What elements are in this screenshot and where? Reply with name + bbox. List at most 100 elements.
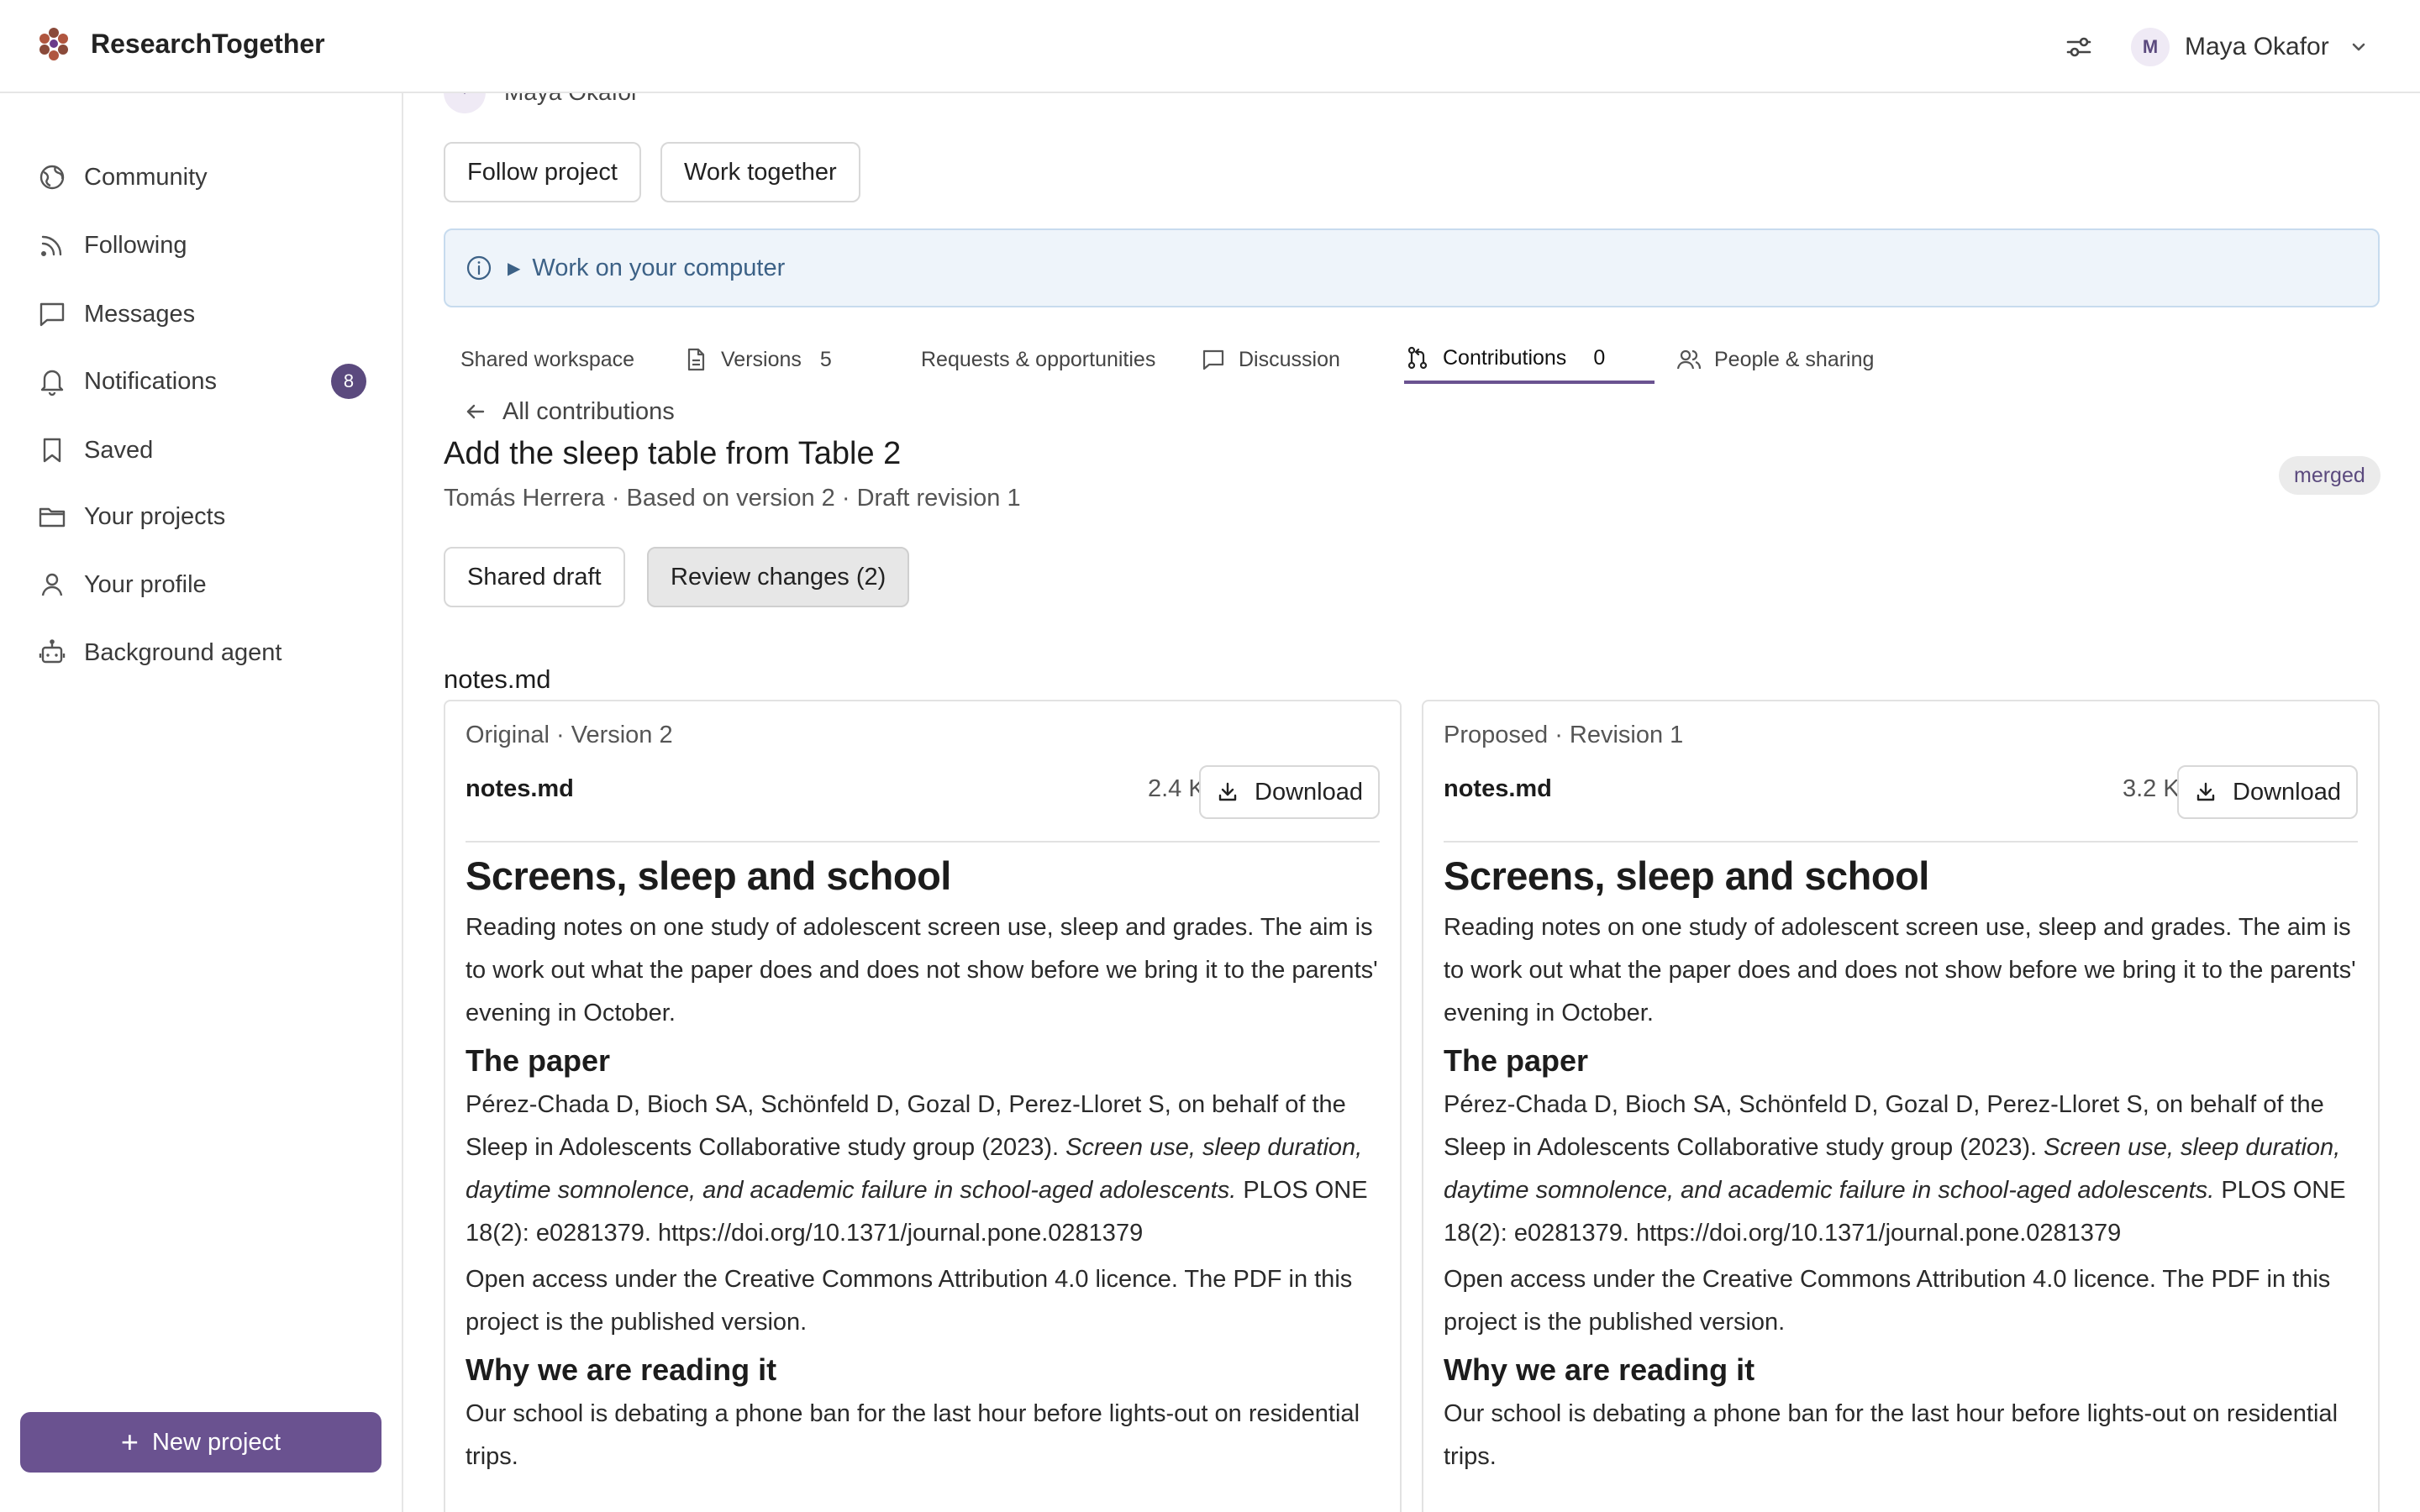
disclosure-triangle-icon: ▶	[508, 259, 521, 278]
proposed-file-pane: Proposed · Revision 1 notes.md 3.2 KB Do…	[1422, 700, 2380, 1512]
bookmark-icon	[43, 438, 61, 463]
plus-icon: +	[120, 1425, 139, 1459]
sidebar-item-messages[interactable]: Messages	[37, 289, 373, 339]
pane-header: Proposed · Revision 1	[1444, 722, 1684, 748]
git-pull-icon	[1407, 346, 1428, 370]
pane-file-name: notes.md	[1444, 775, 1552, 802]
sidebar-item-label: Messages	[84, 300, 196, 328]
doc-why: Our school is debating a phone ban for t…	[466, 1400, 1360, 1470]
main-content: · Maya Okafor Follow project Work togeth…	[403, 93, 2420, 1512]
pane-header: Original · Version 2	[466, 722, 673, 748]
doc-citation: Pérez-Chada D, Bioch SA, Schönfeld D, Go…	[1444, 1084, 2360, 1255]
work-together-button[interactable]: Work together	[660, 142, 860, 202]
original-file-pane: Original · Version 2 notes.md 2.4 KB Dow…	[444, 700, 1402, 1512]
shared-draft-button[interactable]: Shared draft	[444, 547, 625, 607]
user-name: Maya Okafor	[2185, 33, 2329, 60]
document-icon	[687, 348, 705, 371]
user-icon	[41, 573, 63, 596]
avatar: M	[2131, 28, 2170, 66]
globe-icon	[39, 165, 65, 190]
download-label: Download	[2233, 778, 2341, 806]
chevron-down-icon	[2352, 43, 2365, 51]
markdown-preview: Screens, sleep and school Reading notes …	[1444, 846, 2360, 1482]
people-icon	[1676, 349, 1702, 370]
robot-icon	[39, 639, 66, 664]
sidebar-item-label: Saved	[84, 436, 154, 464]
doc-heading-paper: The paper	[1444, 1043, 1589, 1078]
author-name: Maya Okafor	[504, 93, 639, 106]
tab-versions[interactable]: Versions 5	[682, 335, 832, 384]
tab-contributions[interactable]: Contributions 0	[1404, 335, 1655, 384]
tab-people-sharing[interactable]: People & sharing	[1676, 335, 1874, 384]
tab-shared-workspace[interactable]: Shared workspace	[460, 335, 634, 384]
status-badge: merged	[2279, 456, 2381, 495]
filter-settings-button[interactable]	[2060, 29, 2097, 66]
tab-count: 5	[819, 347, 832, 371]
tab-label: Contributions	[1443, 345, 1567, 370]
user-menu[interactable]: M Maya Okafor	[2131, 25, 2370, 69]
doc-why: Our school is debating a phone ban for t…	[1444, 1400, 2338, 1470]
sidebar-item-your-profile[interactable]: Your profile	[37, 559, 373, 610]
tab-label: Versions	[721, 347, 802, 371]
sidebar-item-label: Following	[84, 231, 187, 259]
info-icon	[466, 255, 492, 281]
doc-title: Screens, sleep and school	[1444, 853, 1929, 898]
sidebar-item-community[interactable]: Community	[37, 152, 373, 202]
sidebar-item-label: Your profile	[84, 570, 207, 598]
follow-project-button[interactable]: Follow project	[444, 142, 641, 202]
doc-heading-paper: The paper	[466, 1043, 611, 1078]
review-changes-button[interactable]: Review changes (2)	[647, 547, 910, 607]
project-author[interactable]: · Maya Okafor	[444, 93, 639, 113]
download-original-button[interactable]: Download	[1199, 765, 1380, 819]
tab-label: Requests & opportunities	[921, 347, 1156, 371]
doc-citation: Pérez-Chada D, Bioch SA, Schönfeld D, Go…	[466, 1084, 1381, 1255]
doc-title: Screens, sleep and school	[466, 853, 951, 898]
sidebar-item-saved[interactable]: Saved	[37, 425, 373, 475]
doc-intro: Reading notes on one study of adolescent…	[1444, 914, 2356, 1026]
markdown-preview: Screens, sleep and school Reading notes …	[466, 846, 1381, 1482]
tab-discussion[interactable]: Discussion	[1200, 335, 1340, 384]
tab-label: People & sharing	[1714, 347, 1875, 371]
top-bar: ResearchTogether M Maya Okafor	[0, 0, 2420, 93]
new-project-label: New project	[151, 1428, 281, 1456]
sidebar-item-label: Community	[84, 163, 208, 191]
work-on-computer-disclosure[interactable]: ▶ Work on your computer	[444, 228, 2380, 307]
tab-label: Shared workspace	[460, 347, 635, 371]
sidebar-item-label: Your projects	[84, 502, 226, 530]
sidebar-item-label: Background agent	[84, 638, 282, 666]
sidebar-item-following[interactable]: Following	[37, 220, 373, 270]
sidebar-item-label: Notifications	[84, 367, 217, 395]
tab-requests-opportunities[interactable]: Requests & opportunities	[921, 335, 1155, 384]
doc-licence: Open access under the Creative Commons A…	[466, 1266, 1353, 1336]
contribution-title: Add the sleep table from Table 2	[444, 436, 902, 471]
arrow-left-icon	[466, 404, 485, 419]
brand[interactable]: ResearchTogether	[35, 25, 325, 62]
brand-name: ResearchTogether	[91, 28, 325, 59]
divider	[466, 841, 1380, 843]
new-project-button[interactable]: + New project	[20, 1412, 381, 1473]
download-proposed-button[interactable]: Download	[2177, 765, 2358, 819]
file-heading: notes.md	[444, 664, 551, 694]
chat-icon	[1202, 349, 1224, 370]
rss-icon	[40, 235, 62, 257]
doc-intro: Reading notes on one study of adolescent…	[466, 914, 1378, 1026]
sidebar: Community Following Messages Notificatio…	[0, 93, 403, 1512]
project-tabs: Shared workspace Versions 5 Requests & o…	[444, 335, 2380, 384]
sidebar-item-your-projects[interactable]: Your projects	[37, 491, 373, 542]
back-link-label: All contributions	[502, 397, 675, 425]
sidebar-item-background-agent[interactable]: Background agent	[37, 627, 373, 678]
all-contributions-link[interactable]: All contributions	[464, 387, 675, 436]
notification-count-badge: 8	[331, 364, 366, 399]
logo-icon	[39, 28, 68, 60]
doc-heading-why: Why we are reading it	[466, 1352, 777, 1387]
download-icon	[1218, 782, 1237, 801]
folder-icon	[39, 507, 66, 528]
contribution-meta: Tomás Herrera · Based on version 2 · Dra…	[444, 485, 1021, 512]
bell-icon	[40, 370, 64, 396]
doc-licence: Open access under the Creative Commons A…	[1444, 1266, 2331, 1336]
tab-count: 0	[1593, 345, 1606, 370]
message-icon	[39, 302, 65, 327]
sidebar-item-notifications[interactable]: Notifications 8	[37, 356, 373, 407]
sliders-icon	[2066, 37, 2091, 57]
doc-heading-why: Why we are reading it	[1444, 1352, 1755, 1387]
